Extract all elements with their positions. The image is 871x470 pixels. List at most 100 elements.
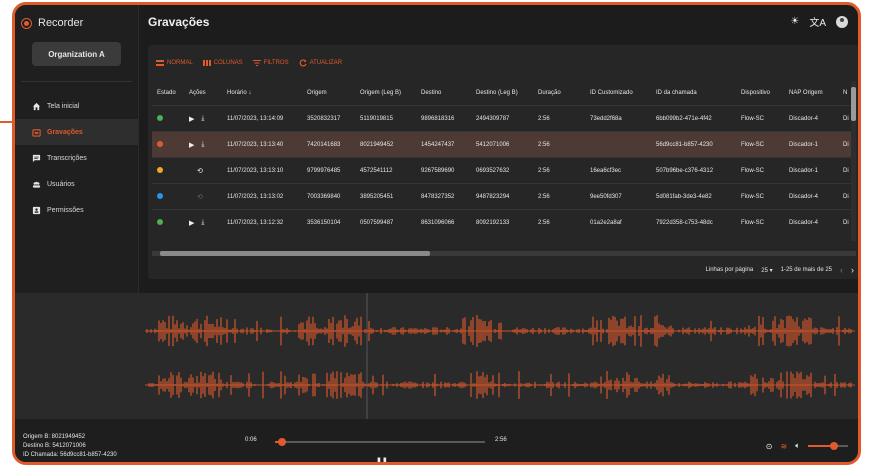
download-icon[interactable]: ⤓: [201, 115, 204, 123]
history-icon[interactable]: ⟲: [197, 167, 203, 175]
col-header-origin[interactable]: Origem: [302, 81, 355, 106]
table-row[interactable]: ▶ ⤓ 11/07/2023, 13:14:09 3520832317 51190198…: [152, 105, 854, 132]
col-header-custom-id[interactable]: ID Customizado: [585, 81, 651, 106]
sidebar-item-transcripts[interactable]: Transcrições: [15, 145, 138, 171]
translate-icon[interactable]: 文A: [809, 14, 826, 29]
actions-cell: ▶ ⤓: [184, 131, 222, 158]
download-icon[interactable]: ⤓: [201, 219, 204, 227]
volume-slider[interactable]: [808, 442, 848, 450]
destination-cell: 1454247437: [416, 131, 471, 158]
play-icon[interactable]: ▶: [189, 219, 194, 227]
columns-icon: [202, 60, 211, 66]
duration-cell: 2:56: [533, 183, 585, 210]
device-cell: Flow-SC: [736, 131, 784, 158]
rows-per-page-select[interactable]: 25 ▾: [761, 267, 772, 274]
play-icon[interactable]: ▶: [189, 115, 194, 123]
playback-progress[interactable]: 0:06 2:56: [245, 437, 515, 447]
nap-origin-cell: Discador-4: [784, 209, 838, 235]
volume-thumb[interactable]: [830, 442, 838, 450]
sidebar-item-users[interactable]: Usuários: [15, 171, 138, 197]
volume-icon[interactable]: 🔈︎: [795, 441, 800, 451]
actions-cell: ▶ ⤓: [184, 105, 222, 132]
pagination: Linhas por página 25 ▾ 1-25 de mais de 2…: [706, 265, 854, 275]
users-icon: [32, 181, 41, 188]
time-cell: 11/07/2023, 13:13:02: [222, 183, 302, 210]
destination-cell: 8631096066: [416, 209, 471, 235]
origin-leg-b-info: Origem B: 8021949452: [23, 434, 86, 440]
history-icon: ⟲: [197, 193, 203, 201]
horizontal-scrollbar[interactable]: [152, 251, 856, 256]
play-icon[interactable]: ▶: [189, 141, 194, 149]
next-page-icon[interactable]: ›: [851, 265, 854, 275]
col-header-device[interactable]: Dispositivo: [736, 81, 784, 106]
density-button[interactable]: NORMAL: [156, 59, 193, 67]
filters-label: FILTROS: [263, 60, 289, 66]
col-header-origin-leg-b[interactable]: Origem (Leg B): [355, 81, 416, 106]
col-header-duration[interactable]: Duração: [533, 81, 585, 106]
waveform[interactable]: [15, 293, 858, 419]
col-header-time[interactable]: Horário ↓: [222, 81, 302, 106]
vertical-scrollbar[interactable]: [851, 81, 856, 241]
origin-leg-b-cell: 4572541112: [355, 157, 416, 184]
destination-cell: 9896818316: [416, 105, 471, 132]
density-label: NORMAL: [167, 60, 193, 66]
playback-speed-icon[interactable]: ⊙: [766, 442, 773, 451]
duration-cell: 2:56: [533, 131, 585, 158]
waveform-toggle-icon[interactable]: ≋: [780, 442, 787, 451]
call-id-cell: 56d9cc81-b857-4230: [651, 131, 736, 158]
destination-cell: 9267589690: [416, 157, 471, 184]
destination-leg-b-cell: 2494309787: [471, 105, 533, 132]
col-header-state[interactable]: Estado: [152, 81, 184, 106]
download-icon[interactable]: ⤓: [201, 141, 204, 149]
actions-cell: ⟲: [184, 157, 222, 184]
col-header-actions[interactable]: Ações: [184, 81, 222, 106]
custom-id-cell: 16ea6cf3ec: [585, 157, 651, 184]
player-bar: Origem B: 8021949452 Destino B: 54120710…: [15, 419, 858, 462]
theme-toggle-icon[interactable]: ☀: [790, 16, 799, 27]
col-header-call-id[interactable]: ID da chamada: [651, 81, 736, 106]
destination-leg-b-info: Destino B: 5412071006: [23, 443, 86, 449]
refresh-button[interactable]: ATUALIZAR: [299, 59, 342, 67]
total-time: 2:56: [495, 437, 507, 443]
density-icon: [156, 60, 164, 66]
progress-track[interactable]: [275, 438, 485, 446]
avatar[interactable]: [836, 15, 848, 28]
device-cell: Flow-SC: [736, 209, 784, 235]
prev-page-icon[interactable]: ‹: [840, 265, 843, 275]
table-row[interactable]: ⟲ 11/07/2023, 13:13:02 7003369840 389520545…: [152, 183, 854, 210]
table-row[interactable]: ⟲ 11/07/2023, 13:13:10 9799976485 457254111…: [152, 157, 854, 184]
horizontal-scroll-thumb[interactable]: [160, 251, 430, 256]
sidebar-item-permissions[interactable]: Permissões: [15, 197, 138, 223]
page-title: Gravações: [148, 15, 210, 29]
actions-cell: ▶ ⤓: [184, 209, 222, 235]
page-range: 1-25 de mais de 25: [780, 267, 832, 273]
time-cell: 11/07/2023, 13:14:09: [222, 105, 302, 132]
custom-id-cell: 73edd2f68a: [585, 105, 651, 132]
actions-cell: ⟲: [184, 183, 222, 210]
status-dot: [157, 166, 163, 173]
custom-id-cell: 01a2e2a8af: [585, 209, 651, 235]
sidebar-item-home[interactable]: Tela inicial: [15, 93, 138, 119]
origin-leg-b-cell: 8021949452: [355, 131, 416, 158]
table-row[interactable]: ▶ ⤓ 11/07/2023, 13:13:40 7420141683 80219494…: [152, 131, 854, 158]
filters-button[interactable]: FILTROS: [252, 59, 289, 67]
call-id-info: ID Chamada: 56d9cc81-b857-4230: [23, 452, 117, 458]
player-controls: ⊙ ≋ 🔈︎: [766, 441, 848, 451]
destination-leg-b-cell: 8092192133: [471, 209, 533, 235]
sidebar-item-recordings[interactable]: Gravações: [15, 119, 138, 145]
table-row[interactable]: ▶ ⤓ 11/07/2023, 13:12:32 3536150104 05075994…: [152, 209, 854, 235]
pause-button[interactable]: ❚❚: [376, 457, 388, 462]
waveform-panel[interactable]: [15, 293, 858, 419]
sidebar-item-label: Gravações: [47, 128, 83, 136]
col-header-destination-leg-b[interactable]: Destino (Leg B): [471, 81, 533, 106]
status-cell: [152, 157, 184, 184]
duration-cell: 2:56: [533, 209, 585, 235]
col-header-nap-origin[interactable]: NAP Origem: [784, 81, 838, 106]
progress-thumb[interactable]: [278, 438, 287, 446]
organization-selector[interactable]: Organization A: [32, 42, 121, 66]
columns-button[interactable]: COLUNAS: [202, 59, 243, 67]
nap-origin-cell: Discador-1: [784, 131, 838, 158]
col-header-destination[interactable]: Destino: [416, 81, 471, 106]
vertical-scroll-thumb[interactable]: [851, 87, 856, 121]
call-info: Origem B: 8021949452 Destino B: 54120710…: [23, 433, 117, 460]
